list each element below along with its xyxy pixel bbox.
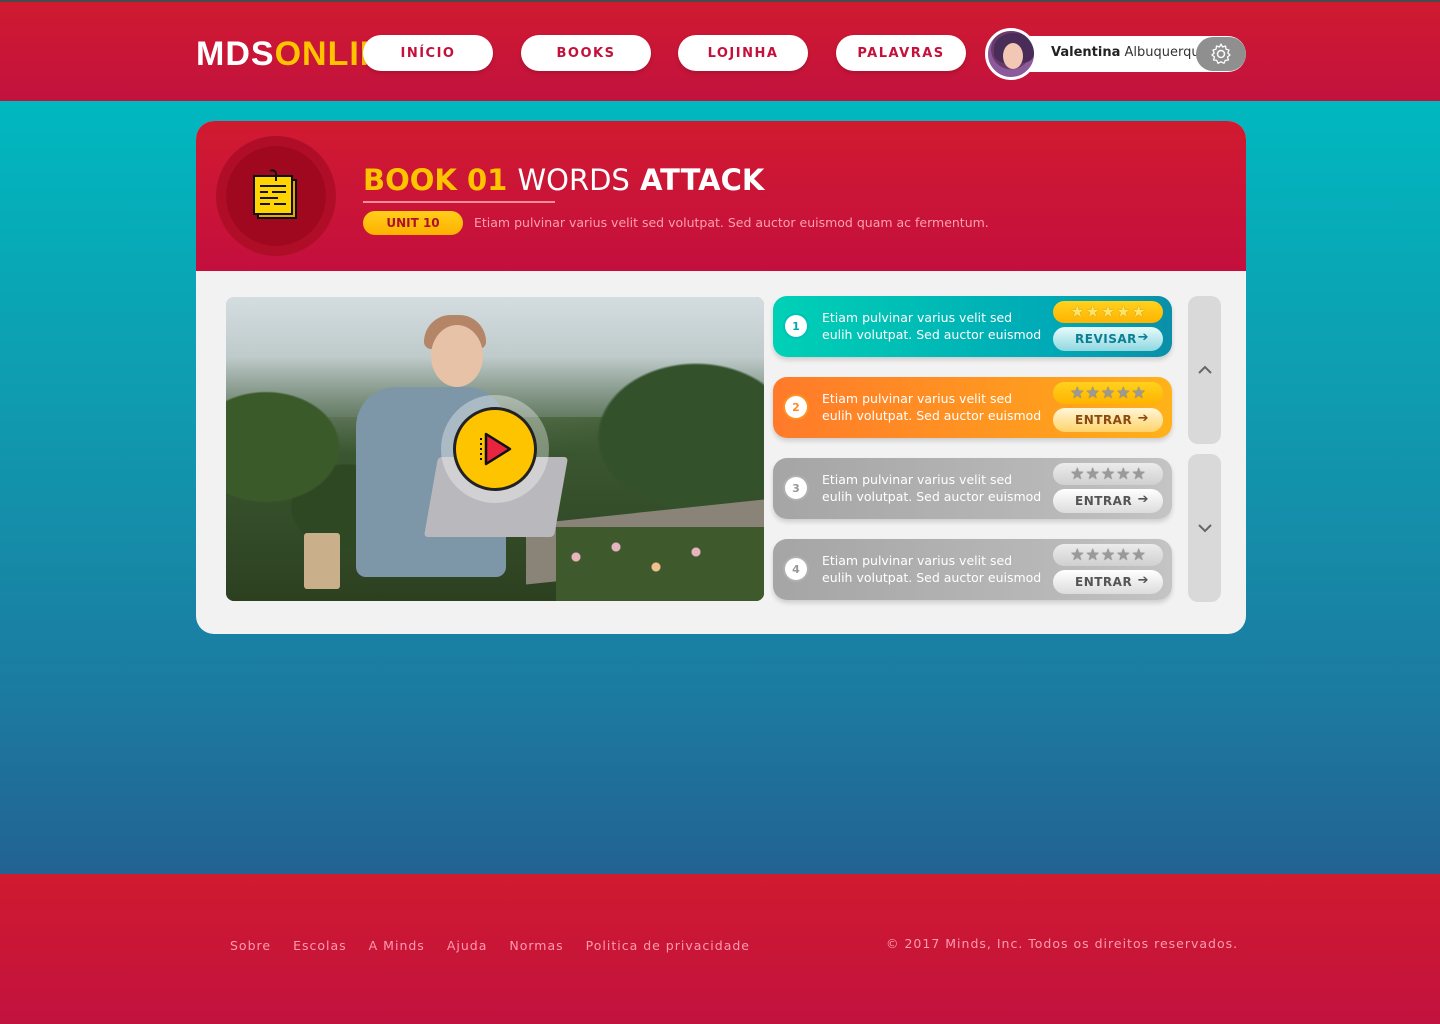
user-first-name: Valentina <box>1051 45 1121 60</box>
book-title-word-2: ATTACK <box>639 163 765 197</box>
lesson-description: Etiam pulvinar varius velit sed eulih vo… <box>822 553 1042 585</box>
top-header: MDS ONLINE INÍCIO BOOKS LOJINHA PALAVRAS … <box>0 0 1440 101</box>
footer-links: Sobre Escolas A Minds Ajuda Normas Polit… <box>230 938 750 953</box>
footer-link-escolas[interactable]: Escolas <box>293 938 347 953</box>
user-name[interactable]: Valentina Albuquerque <box>1051 45 1208 60</box>
lesson-description: Etiam pulvinar varius velit sed eulih vo… <box>822 391 1042 423</box>
lesson-number: 4 <box>785 558 807 580</box>
star-icon: ★ <box>1070 545 1085 564</box>
lesson-item-1[interactable]: 1 Etiam pulvinar varius velit sed eulih … <box>773 296 1172 357</box>
lesson-video-player[interactable] <box>226 297 764 601</box>
user-avatar[interactable] <box>985 28 1037 80</box>
gear-icon <box>1211 43 1231 64</box>
footer-link-normas[interactable]: Normas <box>509 938 563 953</box>
star-icon: ★ <box>1085 302 1100 321</box>
star-icon: ★ <box>1116 545 1131 564</box>
nav-palavras-button[interactable]: PALAVRAS <box>836 35 966 71</box>
lesson-item-2[interactable]: 2 Etiam pulvinar varius velit sed eulih … <box>773 377 1172 438</box>
button-label: ENTRAR <box>1075 413 1133 427</box>
star-icon: ★ <box>1131 464 1146 483</box>
unit-badge: UNIT 10 <box>363 211 463 235</box>
nav-lojinha-button[interactable]: LOJINHA <box>678 35 808 71</box>
lesson-rating: ★ ★ ★ ★ ★ <box>1053 544 1163 566</box>
book-badge <box>226 146 326 246</box>
lesson-item-4[interactable]: 4 Etiam pulvinar varius velit sed eulih … <box>773 539 1172 600</box>
scroll-down-button[interactable] <box>1188 454 1221 602</box>
entrar-button[interactable]: ENTRAR ➔ <box>1053 489 1163 513</box>
button-label: ENTRAR <box>1075 575 1133 589</box>
entrar-button[interactable]: ENTRAR ➔ <box>1053 408 1163 432</box>
page-footer: Sobre Escolas A Minds Ajuda Normas Polit… <box>0 874 1440 1024</box>
star-icon: ★ <box>1070 383 1085 402</box>
notebook-icon <box>253 169 297 219</box>
nav-books-button[interactable]: BOOKS <box>521 35 651 71</box>
entrar-button[interactable]: ENTRAR ➔ <box>1053 570 1163 594</box>
settings-button[interactable] <box>1196 37 1246 71</box>
footer-link-privacidade[interactable]: Politica de privacidade <box>586 938 750 953</box>
lesson-item-3[interactable]: 3 Etiam pulvinar varius velit sed eulih … <box>773 458 1172 519</box>
star-icon: ★ <box>1116 302 1131 321</box>
avatar-face <box>1003 43 1023 69</box>
book-title-word-1: WORDS <box>517 163 630 197</box>
book-title: BOOK 01 WORDS ATTACK <box>363 163 764 197</box>
video-person-head <box>431 325 483 387</box>
play-button[interactable] <box>453 407 537 491</box>
lesson-description: Etiam pulvinar varius velit sed eulih vo… <box>822 472 1042 504</box>
button-label: ENTRAR <box>1075 494 1133 508</box>
footer-link-ajuda[interactable]: Ajuda <box>447 938 488 953</box>
unit-card: BOOK 01 WORDS ATTACK UNIT 10 Etiam pulvi… <box>196 121 1246 634</box>
star-icon: ★ <box>1085 545 1100 564</box>
title-underline <box>363 201 555 203</box>
lesson-number: 3 <box>785 477 807 499</box>
star-icon: ★ <box>1070 464 1085 483</box>
chevron-down-icon <box>1197 524 1212 533</box>
nav-inicio-button[interactable]: INÍCIO <box>363 35 493 71</box>
star-icon: ★ <box>1085 383 1100 402</box>
footer-link-a-minds[interactable]: A Minds <box>369 938 425 953</box>
lesson-number: 1 <box>785 315 807 337</box>
lesson-description: Etiam pulvinar varius velit sed eulih vo… <box>822 310 1042 342</box>
lesson-number: 2 <box>785 396 807 418</box>
star-icon: ★ <box>1100 383 1116 402</box>
star-icon: ★ <box>1085 464 1100 483</box>
star-icon: ★ <box>1100 464 1116 483</box>
lesson-rating: ★ ★ ★ ★ ★ <box>1053 382 1163 404</box>
chevron-up-icon <box>1197 365 1212 374</box>
copyright-text: © 2017 Minds, Inc. Todos os direitos res… <box>886 936 1239 951</box>
star-icon: ★ <box>1131 302 1146 321</box>
arrow-right-icon: ➔ <box>1137 411 1149 426</box>
book-number: BOOK 01 <box>363 163 508 197</box>
button-label: REVISAR <box>1075 332 1137 346</box>
star-icon: ★ <box>1100 302 1116 321</box>
footer-link-sobre[interactable]: Sobre <box>230 938 271 953</box>
revisar-button[interactable]: REVISAR ➔ <box>1053 327 1163 351</box>
unit-card-header: BOOK 01 WORDS ATTACK UNIT 10 Etiam pulvi… <box>196 121 1246 271</box>
star-icon: ★ <box>1131 545 1146 564</box>
play-icon <box>480 432 512 466</box>
arrow-right-icon: ➔ <box>1137 573 1149 588</box>
star-icon: ★ <box>1070 302 1085 321</box>
video-coffee-cup <box>304 533 340 589</box>
star-icon: ★ <box>1100 545 1116 564</box>
scroll-up-button[interactable] <box>1188 296 1221 444</box>
lesson-rating: ★ ★ ★ ★ ★ <box>1053 463 1163 485</box>
lesson-rating: ★ ★ ★ ★ ★ <box>1053 301 1163 323</box>
logo-part-1: MDS <box>196 34 275 73</box>
unit-description: Etiam pulvinar varius velit sed volutpat… <box>474 215 989 230</box>
star-icon: ★ <box>1116 464 1131 483</box>
arrow-right-icon: ➔ <box>1137 330 1149 345</box>
video-flowers <box>556 527 764 601</box>
star-icon: ★ <box>1131 383 1146 402</box>
star-icon: ★ <box>1116 383 1131 402</box>
arrow-right-icon: ➔ <box>1137 492 1149 507</box>
